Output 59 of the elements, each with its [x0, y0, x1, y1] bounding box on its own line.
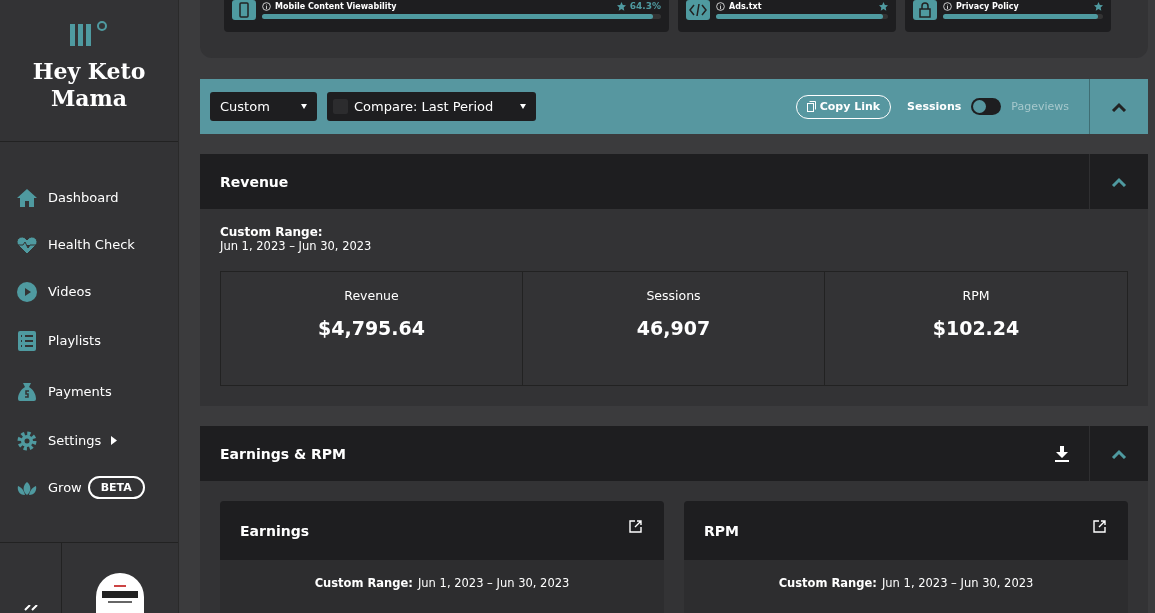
star-icon: [879, 1, 888, 11]
external-link-icon[interactable]: [629, 520, 642, 533]
play-icon: [16, 280, 38, 303]
stat-value: 46,907: [636, 317, 711, 339]
card-title: Privacy Policy: [956, 1, 1019, 11]
stat-value: $4,795.64: [318, 317, 425, 339]
chevron-up-icon[interactable]: [1111, 101, 1127, 112]
health-card[interactable]: Privacy Policy: [905, 0, 1111, 32]
range-value: Jun 1, 2023 – Jun 30, 2023: [220, 239, 373, 253]
chevron-up-icon[interactable]: [1111, 176, 1127, 187]
code-icon: [686, 0, 710, 20]
download-icon[interactable]: [1055, 445, 1069, 462]
nav-item[interactable]: Settings: [16, 417, 178, 464]
card-title: Earnings: [240, 522, 310, 539]
metric-toggle[interactable]: [971, 98, 1002, 115]
nav-item[interactable]: Playlists: [16, 315, 178, 366]
section-title: Earnings & RPM: [220, 445, 347, 462]
nav-item[interactable]: Payments: [16, 366, 178, 417]
star-icon: [1094, 1, 1103, 11]
list-icon: [16, 329, 38, 352]
nav-item[interactable]: Health Check: [16, 221, 178, 268]
health-card[interactable]: Mobile Content Viewability 64.3%: [224, 0, 669, 32]
stat-label: RPM: [962, 288, 990, 303]
toggle-label: Sessions: [907, 100, 962, 113]
range-value: Jun 1, 2023 – Jun 30, 2023: [881, 576, 1034, 590]
nav-item[interactable]: Videos: [16, 268, 178, 315]
brand-name: Hey Keto Mama: [31, 58, 147, 112]
card-title: Ads.txt: [729, 1, 762, 11]
card-title: Mobile Content Viewability: [275, 1, 397, 11]
nav-item[interactable]: Dashboard: [16, 174, 178, 221]
range-label: Custom Range:: [314, 576, 413, 590]
health-card[interactable]: Ads.txt: [678, 0, 896, 32]
collapse-icon[interactable]: [22, 605, 39, 611]
phone-icon: [232, 0, 256, 20]
range-value: Jun 1, 2023 – Jun 30, 2023: [417, 576, 570, 590]
home-icon: [16, 186, 38, 209]
range-label: Custom Range:: [220, 225, 324, 239]
stat-label: Sessions: [646, 288, 701, 303]
chevron-up-icon[interactable]: [1111, 448, 1127, 459]
star-icon: [616, 1, 626, 11]
card-title: RPM: [704, 522, 740, 539]
lock-icon: [913, 0, 937, 20]
copy-icon: [806, 101, 816, 112]
stat-value: $102.24: [932, 317, 1020, 339]
money-bag-icon: [16, 380, 38, 403]
range-label: Custom Range:: [778, 576, 877, 590]
beta-badge: BETA: [87, 476, 145, 499]
nav-item[interactable]: Grow BETA: [16, 464, 178, 511]
section-title: Revenue: [220, 173, 290, 190]
info-icon: [716, 1, 725, 11]
info-icon: [262, 1, 271, 11]
compare-dropdown[interactable]: Compare: Last Period: [327, 92, 536, 121]
stat-label: Revenue: [344, 288, 399, 303]
info-icon: [943, 1, 952, 11]
range-dropdown[interactable]: Custom: [210, 92, 317, 121]
settings-icon: [16, 429, 38, 452]
toggle-label: Pageviews: [1011, 100, 1069, 113]
external-link-icon[interactable]: [1093, 520, 1106, 533]
score: 64.3%: [629, 1, 661, 11]
